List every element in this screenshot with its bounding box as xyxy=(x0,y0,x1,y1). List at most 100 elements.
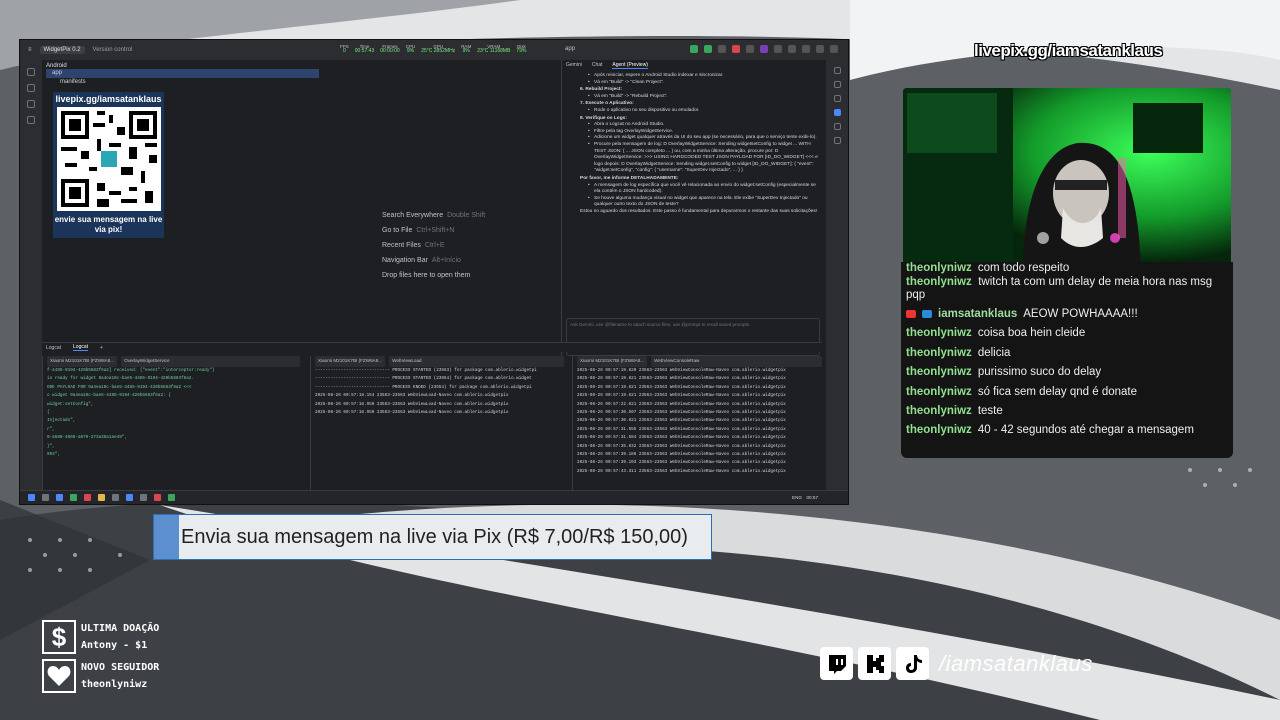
gradle-icon[interactable] xyxy=(833,81,841,88)
run-config-selector[interactable]: app xyxy=(565,46,575,52)
folder-icon[interactable] xyxy=(27,68,35,76)
search-icon[interactable] xyxy=(774,45,782,53)
prompt-placeholder: Ask Gemini, use @filename to attach sour… xyxy=(570,322,750,327)
device-icon[interactable] xyxy=(746,45,754,53)
log-lines: f-4485-9194-420b5683f6a2] received: {"ev… xyxy=(43,367,304,459)
gemini-response: Após reiniciar, espere o Android Studio … xyxy=(562,70,826,215)
notifications-icon[interactable] xyxy=(833,67,841,74)
chat-message: theonlyniwz twitch ta com um delay de me… xyxy=(906,274,1228,305)
gemini-line: Abra o Logcat no Android Studio. xyxy=(580,122,818,129)
menu-icon[interactable]: ≡ xyxy=(28,47,32,53)
ide-title-bar: ≡ WidgetPix 0.2 Version control FPS 0 Tim… xyxy=(20,40,848,60)
running-devices-icon[interactable] xyxy=(833,123,841,130)
device-selector[interactable]: Xiaomi M2101K7BI (FZW8A8... xyxy=(47,356,118,367)
log-line: ----------------------------- PROCESS ST… xyxy=(315,376,532,382)
gemini-line: Procure pela mensagem de log: D OverlayW… xyxy=(580,142,818,175)
chat-username[interactable]: theonlyniwz xyxy=(906,276,972,288)
twitch-icon xyxy=(820,647,853,680)
hint-row[interactable]: Recent Files Ctrl+E xyxy=(382,238,485,253)
logcat-filter-input[interactable]: WebViewConsoleRaw xyxy=(651,356,822,367)
metric: FPS 0 xyxy=(340,44,349,54)
chat-text: delicia xyxy=(977,346,1011,359)
chat-username[interactable]: theonlyniwz xyxy=(906,344,972,363)
chat-username[interactable]: theonlyniwz xyxy=(906,324,972,343)
app-icon[interactable] xyxy=(84,494,91,501)
hint-row[interactable]: Go to File Ctrl+Shift+N xyxy=(382,223,485,238)
kick-icon xyxy=(858,647,891,680)
chat-text: coisa boa hein cleide xyxy=(977,327,1086,340)
start-icon[interactable] xyxy=(28,494,35,501)
metric: VRAM 23°C 11168MB xyxy=(477,44,511,54)
tree-item-app[interactable]: app xyxy=(46,69,319,78)
last-donation-value: Antony - $1 xyxy=(81,640,148,651)
chat-username[interactable]: theonlyniwz xyxy=(906,363,972,382)
version-control-menu[interactable]: Version control xyxy=(93,47,133,53)
tab-chat[interactable]: Chat xyxy=(592,62,603,68)
log-line: 2025-08-26 00:57:39.193 23563-23563 WebV… xyxy=(577,460,786,466)
structure-icon[interactable] xyxy=(27,100,35,108)
android-studio-icon[interactable] xyxy=(168,494,175,501)
explorer-icon[interactable] xyxy=(98,494,105,501)
tab-agent[interactable]: Agent (Preview) xyxy=(612,62,648,69)
chat-username[interactable]: iamsatanklaus xyxy=(938,305,1017,324)
log-line: }", xyxy=(47,443,55,449)
project-selector[interactable]: WidgetPix 0.2 xyxy=(39,46,85,54)
log-lines: ----------------------------- PROCESS ST… xyxy=(311,367,568,417)
maximize-icon[interactable] xyxy=(816,45,824,53)
app-icon[interactable] xyxy=(112,494,119,501)
tiktok-icon xyxy=(896,647,929,680)
device-manager-icon[interactable] xyxy=(833,95,841,102)
last-donation-title: ULTIMA DOAÇÃO xyxy=(81,623,160,634)
hint-row[interactable]: Search Everywhere Double Shift xyxy=(382,208,485,223)
commit-icon[interactable] xyxy=(27,84,35,92)
hint-row[interactable]: Navigation Bar Alt+Início xyxy=(382,253,485,268)
editor-welcome-hints: Search Everywhere Double Shift Go to File… xyxy=(382,208,485,283)
chat-text: só fica sem delay qnd é donate xyxy=(977,385,1137,398)
stop-icon[interactable] xyxy=(732,45,740,53)
toolbar-icons xyxy=(690,45,838,53)
log-line: ODE PAYLOAD FOR 9a4ea10c-bae5-4485-9194-… xyxy=(47,384,192,390)
chat-username[interactable]: theonlyniwz xyxy=(906,262,972,274)
gemini-line: Vá em "Build" -> "Clean Project". xyxy=(580,80,818,87)
more-icon[interactable] xyxy=(27,116,35,124)
close-icon[interactable] xyxy=(830,45,838,53)
left-tool-strip xyxy=(20,60,42,500)
log-line: is ready for widget 9a4ea10c-bae5-4485-9… xyxy=(47,376,194,382)
app-icon[interactable] xyxy=(126,494,133,501)
device-selector[interactable]: Xiaomi M2101K7BI (FZW8A8... xyxy=(577,356,648,367)
logcat-filter-input[interactable]: OverlayWidgetService xyxy=(121,356,300,367)
chrome-icon[interactable] xyxy=(70,494,77,501)
sync-icon[interactable] xyxy=(718,45,726,53)
edge-icon[interactable] xyxy=(56,494,63,501)
taskbar-clock[interactable]: 00:57 xyxy=(807,495,819,500)
add-tab-icon[interactable]: + xyxy=(100,345,103,351)
device-selector[interactable]: Xiaomi M2101K7BI (FZW8A8... xyxy=(315,356,386,367)
gear-icon[interactable] xyxy=(788,45,796,53)
run-icon[interactable] xyxy=(690,45,698,53)
app-icon[interactable] xyxy=(154,494,161,501)
debug-icon[interactable] xyxy=(704,45,712,53)
metric: Time 00:57:43 xyxy=(354,44,375,54)
tab-logcat-1[interactable]: Logcat xyxy=(46,345,61,351)
tab-gemini[interactable]: Gemini xyxy=(566,62,582,68)
tree-item-manifests[interactable]: manifests xyxy=(46,78,323,87)
log-line: { xyxy=(47,410,50,416)
tab-logcat-2[interactable]: Logcat xyxy=(73,344,89,351)
gemini-icon[interactable] xyxy=(760,45,768,53)
chat-username[interactable]: theonlyniwz xyxy=(906,383,972,402)
gemini-line: Se houve alguma mudança visual no widget… xyxy=(580,196,818,209)
logcat-toolbar: Xiaomi M2101K7BI (FZW8A8... OverlayWidge… xyxy=(43,356,304,367)
gemini-toggle-icon[interactable] xyxy=(833,109,841,116)
logcat-toolbar: Xiaomi M2101K7BI (FZW8A8... WebViewLoad xyxy=(311,356,568,367)
chat-username[interactable]: theonlyniwz xyxy=(906,421,972,440)
search-icon[interactable] xyxy=(42,494,49,501)
input-language[interactable]: ENG xyxy=(792,495,802,500)
chat-username[interactable]: theonlyniwz xyxy=(906,402,972,421)
chat-message: theonlyniwz coisa boa hein cleide xyxy=(906,324,1228,343)
logcat-filter-input[interactable]: WebViewLoad xyxy=(389,356,564,367)
performance-overlay: FPS 0 Time 00:57:43 Frames 00:00:00 CPU 9% G… xyxy=(340,44,526,54)
app-icon[interactable] xyxy=(140,494,147,501)
last-donation-alert: $ ULTIMA DOAÇÃO Antony - $1 xyxy=(42,620,159,654)
minimize-icon[interactable] xyxy=(802,45,810,53)
emulator-icon[interactable] xyxy=(833,137,841,144)
